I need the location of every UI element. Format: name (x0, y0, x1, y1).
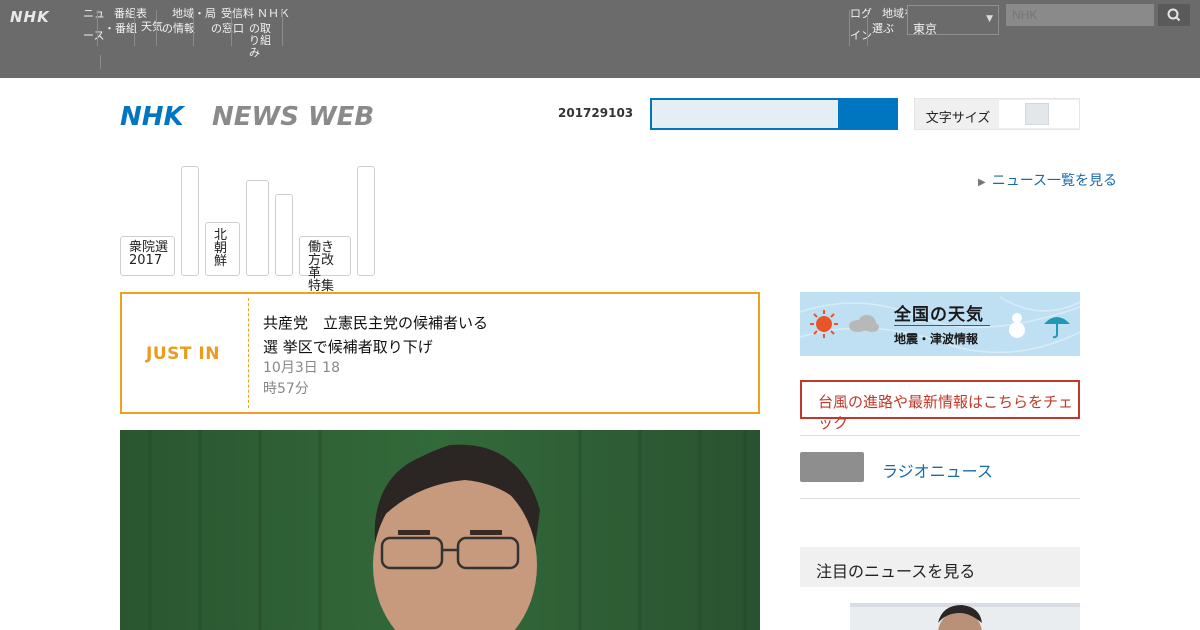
news-photo-image (120, 430, 760, 630)
nav-label: ログ (850, 7, 872, 20)
logo-nhk-text: NHK (120, 102, 186, 132)
text-size-toggle[interactable]: 文字サイズ (914, 98, 1080, 130)
timestamp-line: 時57分 (263, 381, 309, 397)
nav-divider (156, 10, 157, 46)
nav-label: ニュ (83, 7, 105, 20)
global-nav-bar: NHK ニュ ース 番組表 ・番組 天気 地域・局 の情報 受信料 の窓口 ＮＨ… (0, 0, 1200, 78)
date-display: 201729103 (558, 106, 634, 120)
just-in-timestamp: 10月3日 18 時57分 (263, 358, 340, 400)
top-news-photo[interactable] (120, 430, 760, 630)
sun-icon (810, 310, 838, 338)
site-search-button[interactable] (840, 98, 898, 130)
chevron-down-icon: ▼ (986, 14, 993, 24)
typhoon-alert-link[interactable]: 台風の進路や最新情報はこちらをチェック (800, 380, 1080, 432)
nav-label: 天気 (141, 20, 163, 33)
just-in-headline[interactable]: 共産党 立憲民主党の候補者いる 選 挙区で候補者取り下げ (263, 311, 723, 359)
site-search-input[interactable] (650, 98, 840, 130)
nav-divider (100, 55, 101, 69)
timestamp-line: 10月3日 18 (263, 360, 340, 376)
featured-news-thumbnail[interactable] (850, 603, 1080, 630)
nav-label: イン (850, 29, 872, 42)
umbrella-icon (1044, 317, 1070, 339)
news-list-link[interactable]: ▶ ニュース一覧を見る (978, 170, 1117, 190)
tab-election-2017[interactable]: 衆院選 2017 (120, 236, 175, 276)
headline-line: 共産党 立憲民主党の候補者いる (263, 314, 489, 332)
region-select[interactable]: 東京 ▼ (907, 5, 999, 36)
nav-divider (282, 10, 283, 46)
nav-label: の窓口 (211, 22, 244, 35)
cloud-icon (849, 315, 879, 332)
nhk-logo[interactable]: NHK (10, 8, 50, 26)
logo-newsweb-text: NEWS WEB (212, 102, 374, 132)
just-in-box[interactable]: JUST IN 共産党 立憲民主党の候補者いる 選 挙区で候補者取り下げ 10月… (120, 292, 760, 414)
tab-empty[interactable] (357, 166, 375, 276)
snowman-icon (1009, 313, 1025, 338)
nav-label: ＮＨＫ (257, 7, 290, 20)
just-in-label: JUST IN (146, 344, 220, 364)
tab-work-reform[interactable]: 働き方改革 特集 (299, 236, 351, 293)
global-nav-item-fees[interactable]: 受信料 の窓口 (211, 8, 254, 35)
nhk-news-web-logo[interactable]: NHK NEWS WEB (120, 98, 380, 132)
tab-empty[interactable] (181, 166, 199, 276)
global-nav-item-weather[interactable]: 天気 (141, 21, 163, 33)
featured-news-header: 注目のニュースを見る (800, 547, 1080, 587)
nav-divider (193, 10, 194, 46)
nav-divider (867, 10, 868, 46)
login-link[interactable]: ログ イン (850, 8, 872, 42)
toggle-knob[interactable] (1025, 103, 1049, 125)
nav-label: 番組表 (114, 7, 147, 20)
nhk-search-input[interactable] (1006, 4, 1154, 26)
nav-label: ース (83, 29, 105, 42)
weather-banner[interactable]: 全国の天気 地震・津波情報 (800, 292, 1080, 356)
alert-text: 台風の進路や最新情報はこちらをチェック (818, 393, 1074, 432)
divider (800, 498, 1080, 499)
region-select-value: 東京 (913, 22, 938, 36)
nav-divider (231, 10, 232, 46)
weather-title: 全国の天気 (894, 305, 984, 325)
global-nav-item-regions[interactable]: 地域・局 の情報 (162, 8, 216, 35)
text-size-label: 文字サイズ (925, 111, 991, 126)
thumbnail-image (850, 603, 1080, 630)
tab-label: 働き方改革 (308, 240, 335, 281)
section-title: 注目のニュースを見る (816, 562, 976, 581)
divider (800, 435, 1080, 436)
global-nav-item-initiatives[interactable]: ＮＨＫ の取り組み (249, 8, 290, 59)
tab-label: 鮮 (214, 254, 228, 269)
tab-north-korea[interactable]: 北朝 鮮 (205, 222, 240, 276)
tab-label: 北朝 (214, 228, 228, 256)
radio-news-button[interactable] (800, 452, 864, 482)
news-list-link-label: ニュース一覧を見る (991, 173, 1118, 189)
weather-divider (894, 325, 990, 326)
nhk-search-button[interactable] (1158, 4, 1190, 26)
triangle-right-icon: ▶ (978, 177, 986, 188)
radio-news-link[interactable]: ラジオニュース (882, 458, 993, 482)
tab-empty[interactable] (275, 194, 293, 276)
tab-label: 2017 (129, 253, 163, 268)
headline-line: 選 挙区で候補者取り下げ (263, 338, 433, 356)
nav-divider (97, 10, 98, 46)
nav-label: 受信料 (221, 7, 254, 20)
global-nav-item-news[interactable]: ニュ ース (83, 8, 105, 42)
search-icon (1167, 8, 1181, 22)
tab-empty[interactable] (246, 180, 269, 276)
nav-label: 地域・局 (172, 7, 216, 20)
toggle-track[interactable] (999, 100, 1079, 128)
nav-label: の取り組み (249, 22, 271, 59)
nav-divider (134, 10, 135, 46)
nav-label: の情報 (162, 22, 195, 35)
just-in-divider (248, 298, 249, 408)
earthquake-tsunami-link[interactable]: 地震・津波情報 (894, 330, 978, 347)
